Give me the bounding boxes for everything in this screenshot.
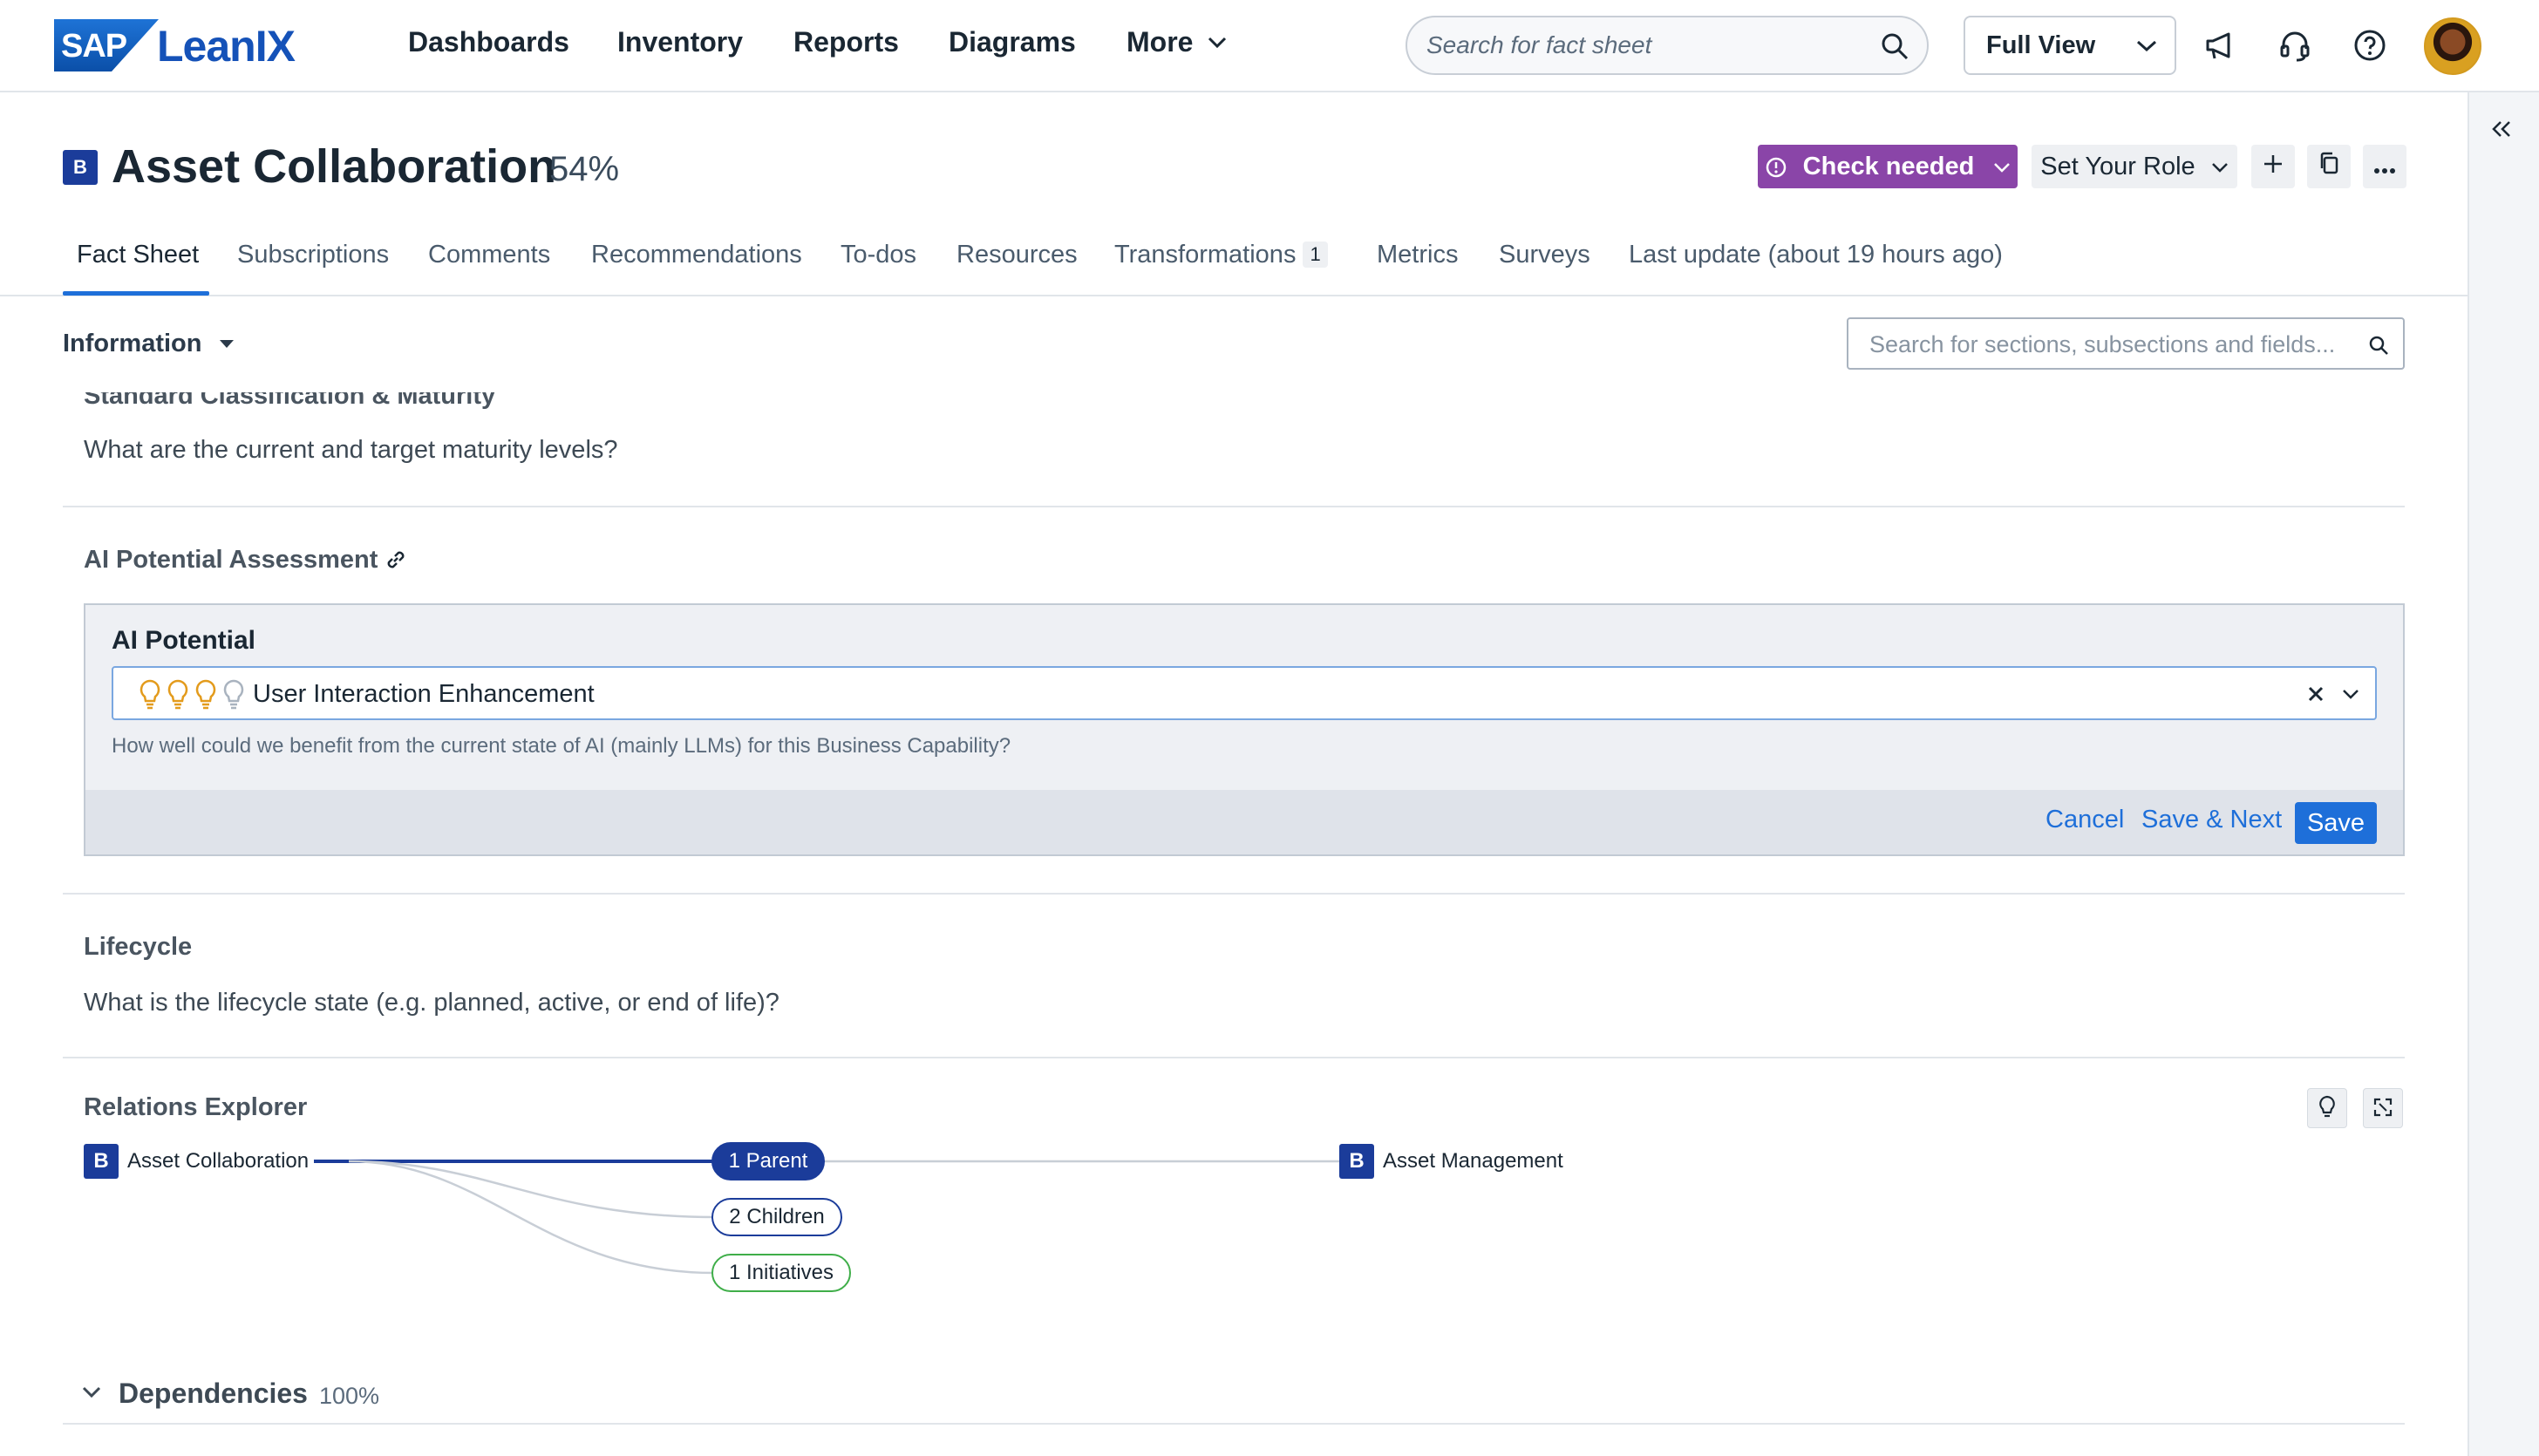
- save-next-button[interactable]: Save & Next: [2141, 806, 2282, 834]
- set-role-button[interactable]: Set Your Role: [2032, 145, 2237, 188]
- tab-transformations-label: Transformations: [1114, 241, 1297, 269]
- nav-diagrams[interactable]: Diagrams: [949, 26, 1076, 58]
- relations-explorer-title: Relations Explorer: [84, 1093, 308, 1121]
- more-options-button[interactable]: [2363, 145, 2406, 188]
- maturity-section-title[interactable]: Standard Classification & Maturity: [84, 392, 495, 411]
- collapse-double-chevron-left-icon[interactable]: [2490, 119, 2513, 139]
- nav-dashboards[interactable]: Dashboards: [408, 26, 569, 58]
- relation-parent-pill[interactable]: 1 Parent: [711, 1142, 825, 1180]
- information-dropdown-label: Information: [63, 330, 202, 357]
- nav-inventory[interactable]: Inventory: [617, 26, 743, 58]
- chevron-down-icon: [2136, 40, 2157, 52]
- search-icon[interactable]: [2368, 335, 2389, 356]
- relations-hint-button[interactable]: [2307, 1088, 2347, 1128]
- lifecycle-section-question: What is the lifecycle state (e.g. planne…: [84, 989, 779, 1017]
- divider: [63, 1057, 2405, 1058]
- cancel-button[interactable]: Cancel: [2045, 806, 2124, 834]
- check-needed-label: Check needed: [1802, 152, 1975, 180]
- plus-icon: [2264, 155, 2282, 173]
- transformations-count-badge: 1: [1303, 242, 1328, 268]
- help-question-icon[interactable]: [2352, 28, 2387, 63]
- tab-surveys[interactable]: Surveys: [1499, 241, 1590, 269]
- tab-metrics[interactable]: Metrics: [1377, 241, 1458, 269]
- ai-assessment-section-title: AI Potential Assessment: [84, 546, 378, 574]
- more-horizontal-icon: [2374, 168, 2395, 173]
- information-dropdown[interactable]: Information: [63, 330, 234, 358]
- side-panel-rail: [2468, 92, 2539, 1456]
- clear-x-icon[interactable]: [2307, 685, 2325, 703]
- search-placeholder: Search for fact sheet: [1426, 31, 1652, 58]
- tab-comments[interactable]: Comments: [428, 241, 550, 269]
- alert-circle-icon: [1766, 157, 1786, 177]
- user-avatar[interactable]: [2424, 17, 2481, 75]
- copy-button[interactable]: [2307, 145, 2351, 188]
- save-button[interactable]: Save: [2295, 802, 2377, 844]
- tabs-divider: [0, 295, 2468, 296]
- tab-last-update[interactable]: Last update (about 19 hours ago): [1629, 241, 2003, 269]
- factsheet-type-badge: B: [63, 150, 98, 185]
- link-icon[interactable]: [384, 548, 408, 572]
- relations-target-badge: B: [1339, 1144, 1374, 1179]
- top-navigation-bar: SAP LeanIX Dashboards Inventory Reports …: [0, 0, 2539, 92]
- ai-potential-select[interactable]: User Interaction Enhancement: [112, 666, 2377, 720]
- relation-children-pill[interactable]: 2 Children: [711, 1198, 842, 1236]
- page-title: Asset Collaboration: [112, 140, 557, 193]
- relations-source-label[interactable]: Asset Collaboration: [127, 1149, 309, 1174]
- add-button[interactable]: [2251, 145, 2295, 188]
- dependencies-section-title[interactable]: Dependencies: [119, 1378, 308, 1410]
- section-search-input[interactable]: Search for sections, subsections and fie…: [1847, 317, 2405, 370]
- lightbulb-filled-icon: [195, 679, 216, 710]
- lightbulb-rating-icons: [140, 679, 244, 710]
- tab-resources[interactable]: Resources: [956, 241, 1078, 269]
- maturity-section-question: What are the current and target maturity…: [84, 436, 618, 464]
- lifecycle-section-title: Lifecycle: [84, 933, 193, 961]
- lightbulb-empty-icon: [223, 679, 244, 710]
- dependencies-completion: 100%: [319, 1383, 380, 1409]
- chevron-down-icon[interactable]: [82, 1386, 101, 1398]
- chevron-down-icon: [1994, 162, 2011, 173]
- chevron-down-icon[interactable]: [2342, 689, 2359, 699]
- leanix-logo-text[interactable]: LeanIX: [157, 21, 296, 71]
- relations-source-badge: B: [84, 1144, 119, 1179]
- fullscreen-icon: [2373, 1098, 2393, 1116]
- lightbulb-filled-icon: [167, 679, 188, 710]
- ai-potential-field-label: AI Potential: [112, 626, 256, 655]
- active-tab-indicator: [63, 291, 209, 296]
- factsheet-search-input[interactable]: Search for fact sheet: [1406, 16, 1929, 75]
- divider: [63, 893, 2405, 895]
- set-role-label: Set Your Role: [2040, 152, 2195, 180]
- tab-subscriptions[interactable]: Subscriptions: [237, 241, 389, 269]
- completion-percentage: 54%: [549, 150, 620, 188]
- tab-recommendations[interactable]: Recommendations: [591, 241, 802, 269]
- divider: [63, 1423, 2405, 1425]
- lightbulb-filled-icon: [140, 679, 160, 710]
- check-needed-button[interactable]: Check needed: [1758, 145, 2018, 188]
- view-select[interactable]: Full View: [1964, 16, 2176, 75]
- relations-expand-button[interactable]: [2363, 1088, 2403, 1128]
- tab-transformations[interactable]: Transformations 1: [1114, 241, 1328, 269]
- copy-icon: [2320, 152, 2338, 174]
- support-headset-icon[interactable]: [2277, 28, 2312, 63]
- chevron-down-icon: [1208, 37, 1227, 49]
- ai-potential-selected-value: User Interaction Enhancement: [253, 680, 595, 708]
- ai-potential-help-text: How well could we benefit from the curre…: [112, 734, 1011, 758]
- relations-target-label[interactable]: Asset Management: [1383, 1149, 1563, 1174]
- search-icon[interactable]: [1880, 31, 1909, 61]
- tab-fact-sheet[interactable]: Fact Sheet: [77, 241, 199, 269]
- nav-reports[interactable]: Reports: [793, 26, 899, 58]
- section-search-placeholder: Search for sections, subsections and fie…: [1869, 331, 2336, 357]
- divider: [63, 506, 2405, 507]
- lightbulb-icon: [2319, 1095, 2335, 1117]
- relation-initiatives-pill[interactable]: 1 Initiatives: [711, 1254, 851, 1292]
- nav-more[interactable]: More: [1127, 26, 1227, 58]
- tab-to-dos[interactable]: To-dos: [841, 241, 916, 269]
- sap-logo[interactable]: SAP: [54, 19, 159, 71]
- nav-more-label: More: [1127, 26, 1194, 58]
- caret-down-icon: [219, 340, 234, 348]
- chevron-down-icon: [2211, 162, 2228, 173]
- announcement-megaphone-icon[interactable]: [2202, 28, 2237, 63]
- view-select-label: Full View: [1986, 31, 2096, 59]
